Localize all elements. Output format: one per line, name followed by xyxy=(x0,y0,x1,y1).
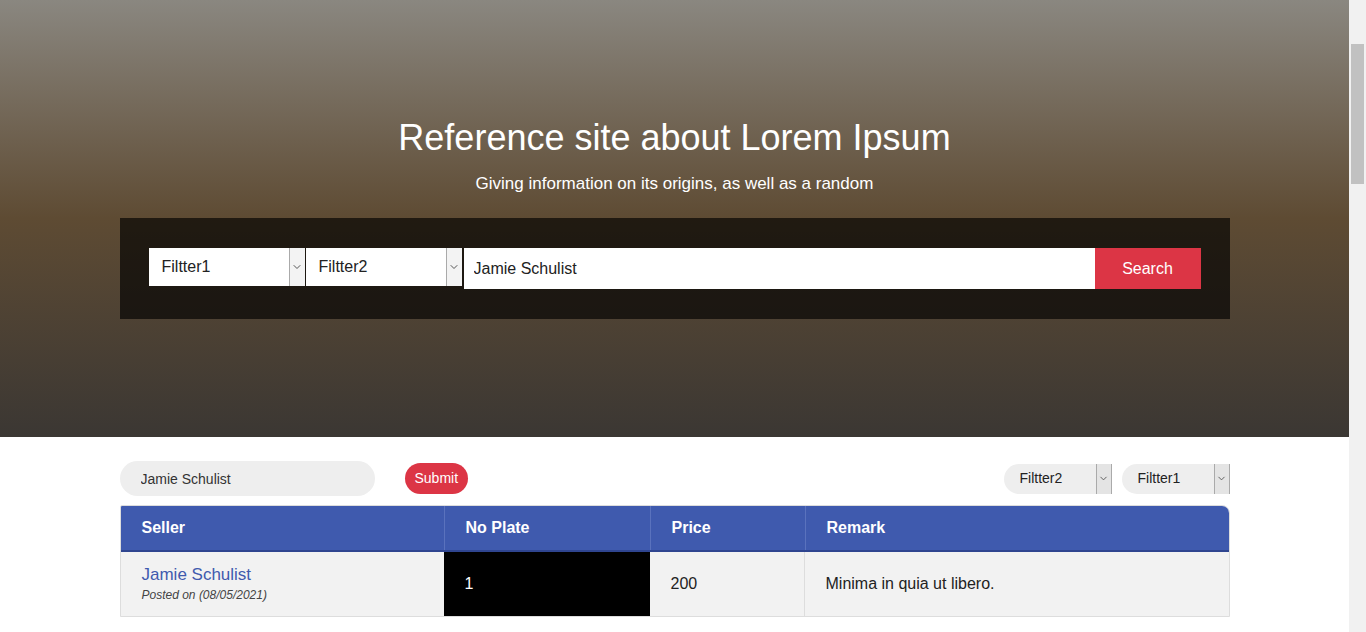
column-header: Price xyxy=(650,506,805,550)
filter-select[interactable]: Filtter2 xyxy=(1004,464,1112,494)
search-input[interactable] xyxy=(464,248,1095,289)
scrollbar-thumb[interactable] xyxy=(1351,44,1364,184)
seller-link[interactable]: Jamie Schulist xyxy=(142,564,423,586)
column-header: Remark xyxy=(805,506,1229,550)
remark-cell: Minima in quia ut libero. xyxy=(805,552,1229,616)
page: Reference site about Lorem Ipsum Giving i… xyxy=(0,0,1366,632)
table-row: Jamie SchulistPosted on (08/05/2021) 1200… xyxy=(121,552,1229,616)
price-cell: 200 xyxy=(650,552,805,616)
posted-date: Posted on (08/05/2021) xyxy=(142,586,423,604)
submit-button[interactable]: Submit xyxy=(405,463,469,494)
chevron-down-icon xyxy=(448,261,460,273)
column-header: Seller xyxy=(121,506,444,550)
search-panel: Filtter1Filtter2 Search xyxy=(120,218,1230,319)
chevron-down-icon xyxy=(1216,473,1227,484)
filter-select[interactable]: Filtter1 xyxy=(149,248,305,286)
filter-select[interactable]: Filtter1 xyxy=(1122,464,1230,494)
hero-subtitle: Giving information on its origins, as we… xyxy=(476,172,874,196)
column-header: No Plate xyxy=(444,506,650,550)
filter-input[interactable] xyxy=(120,461,375,496)
hero-title: Reference site about Lorem Ipsum xyxy=(398,118,950,158)
plate-cell: 1 xyxy=(444,552,650,616)
chevron-down-icon xyxy=(1098,473,1109,484)
toolbar: Submit Filtter2 Filtter1 xyxy=(120,461,1230,496)
filter-select[interactable]: Filtter2 xyxy=(306,248,462,286)
search-button[interactable]: Search xyxy=(1095,248,1201,289)
scrollbar[interactable] xyxy=(1349,0,1366,632)
hero: Reference site about Lorem Ipsum Giving i… xyxy=(0,0,1349,437)
table-header: SellerNo PlatePriceRemark xyxy=(121,506,1229,552)
main: Reference site about Lorem Ipsum Giving i… xyxy=(0,0,1349,632)
chevron-down-icon xyxy=(291,261,303,273)
table: SellerNo PlatePriceRemarkJamie SchulistP… xyxy=(120,505,1230,617)
